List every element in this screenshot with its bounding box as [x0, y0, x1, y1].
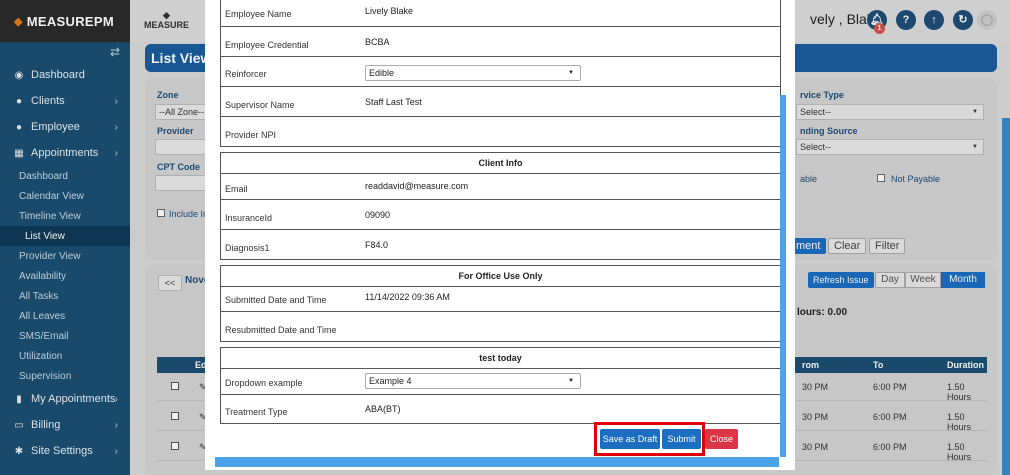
provider-npi-label: Provider NPI [225, 130, 277, 140]
submit-button[interactable]: Submit [662, 429, 701, 449]
insurance-id-value: 09090 [365, 210, 391, 220]
insurance-id-label: InsuranceId [225, 213, 273, 223]
modal-bottom-scrollbar[interactable] [215, 457, 779, 467]
supervisor-name-row: Supervisor Name Staff Last Test [220, 87, 781, 117]
reinforcer-label: Reinforcer [225, 69, 267, 79]
email-value: readdavid@measure.com [365, 181, 469, 191]
employee-credential-value: BCBA [365, 37, 390, 47]
client-info-heading: Client Info [220, 152, 781, 174]
resubmitted-date-label: Resubmitted Date and Time [225, 325, 337, 335]
modal-form: Employee Name Lively Blake Employee Cred… [215, 0, 783, 470]
submitted-date-value: 11/14/2022 09:36 AM [365, 292, 450, 302]
treatment-type-value: ABA(BT) [365, 404, 401, 414]
caret-down-icon: ▼ [568, 378, 574, 384]
dropdown-example-select[interactable]: Example 4 ▼ [365, 373, 581, 389]
submitted-date-label: Submitted Date and Time [225, 295, 327, 305]
diagnosis1-label: Diagnosis1 [225, 243, 270, 253]
reinforcer-select[interactable]: Edible ▼ [365, 65, 581, 81]
treatment-type-row: Treatment Type ABA(BT) [220, 395, 781, 424]
diagnosis1-row: Diagnosis1 F84.0 [220, 230, 781, 260]
treatment-type-label: Treatment Type [225, 407, 288, 417]
employee-name-value: Lively Blake [365, 6, 414, 16]
diagnosis1-value: F84.0 [365, 240, 389, 250]
supervisor-name-value: Staff Last Test [365, 97, 422, 107]
email-row: Email readdavid@measure.com [220, 174, 781, 200]
dropdown-example-label: Dropdown example [225, 378, 303, 388]
employee-credential-row: Employee Credential BCBA [220, 27, 781, 57]
resubmitted-date-row: Resubmitted Date and Time [220, 312, 781, 342]
caret-down-icon: ▼ [568, 70, 574, 76]
office-use-heading: For Office Use Only [220, 265, 781, 287]
insurance-id-row: InsuranceId 09090 [220, 200, 781, 230]
close-button[interactable]: Close [705, 429, 738, 449]
provider-npi-row: Provider NPI [220, 117, 781, 147]
reinforcer-row: Reinforcer Edible ▼ [220, 57, 781, 87]
supervisor-name-label: Supervisor Name [225, 100, 295, 110]
save-as-draft-button[interactable]: Save as Draft [600, 429, 660, 449]
test-today-heading: test today [220, 347, 781, 369]
session-note-modal: Employee Name Lively Blake Employee Cred… [205, 0, 795, 470]
employee-name-row: Employee Name Lively Blake [220, 0, 781, 27]
dropdown-example-row: Dropdown example Example 4 ▼ [220, 369, 781, 395]
employee-credential-label: Employee Credential [225, 40, 309, 50]
dropdown-example-value: Example 4 [369, 376, 412, 386]
email-label: Email [225, 184, 248, 194]
employee-name-label: Employee Name [225, 9, 292, 19]
reinforcer-value: Edible [369, 68, 395, 78]
modal-scrollbar[interactable] [780, 95, 786, 457]
submitted-date-row: Submitted Date and Time 11/14/2022 09:36… [220, 287, 781, 312]
